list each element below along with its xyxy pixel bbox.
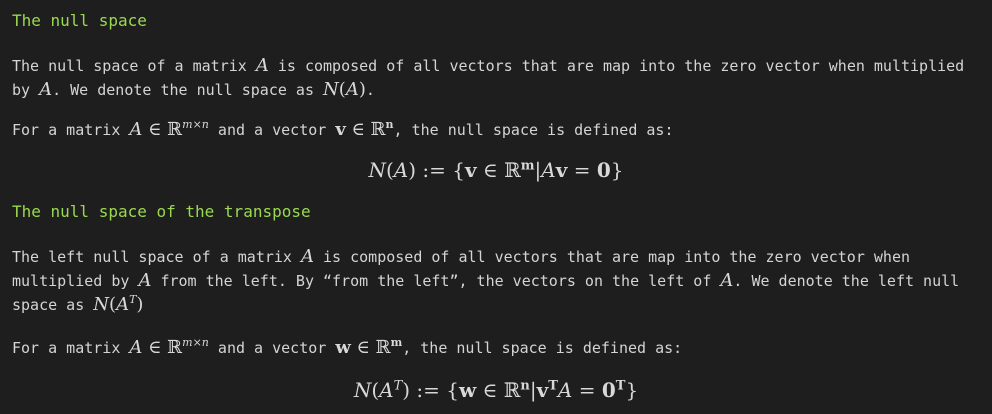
math-N-of-A-transpose: N(AT): [93, 293, 144, 315]
section-heading-null-space: The null space: [12, 11, 147, 30]
math-A: A: [255, 55, 269, 76]
math-A: A: [138, 270, 152, 291]
math-N-of-A: N(A): [323, 79, 366, 100]
equation-null-space: N(A) := {v ∈ ℝm|Av = 0}: [368, 158, 624, 182]
math-w-in-R-m: w ∈ ℝm: [335, 336, 403, 358]
math-A-in-R-mxn: A ∈ ℝm×n: [129, 118, 209, 140]
math-A: A: [300, 246, 314, 267]
paragraph-null-space-definition: For a matrix A ∈ ℝm×n and a vector v ∈ ℝ…: [12, 118, 674, 140]
paragraph-left-null-space-intro: The left null space of a matrix A is com…: [12, 246, 960, 315]
math-v-in-R-n: v ∈ ℝn: [335, 118, 394, 140]
paragraph-left-null-space-definition: For a matrix A ∈ ℝm×n and a vector w ∈ ℝ…: [12, 336, 683, 358]
math-A: A: [39, 79, 53, 100]
equation-left-null-space: N(AT) := {w ∈ ℝn|vTA = 0T}: [353, 378, 639, 402]
section-heading-left-null-space: The null space of the transpose: [12, 202, 311, 221]
math-A: A: [720, 270, 734, 291]
paragraph-null-space-intro: The null space of a matrix A is composed…: [12, 55, 965, 100]
math-A-in-R-mxn: A ∈ ℝm×n: [129, 336, 209, 358]
